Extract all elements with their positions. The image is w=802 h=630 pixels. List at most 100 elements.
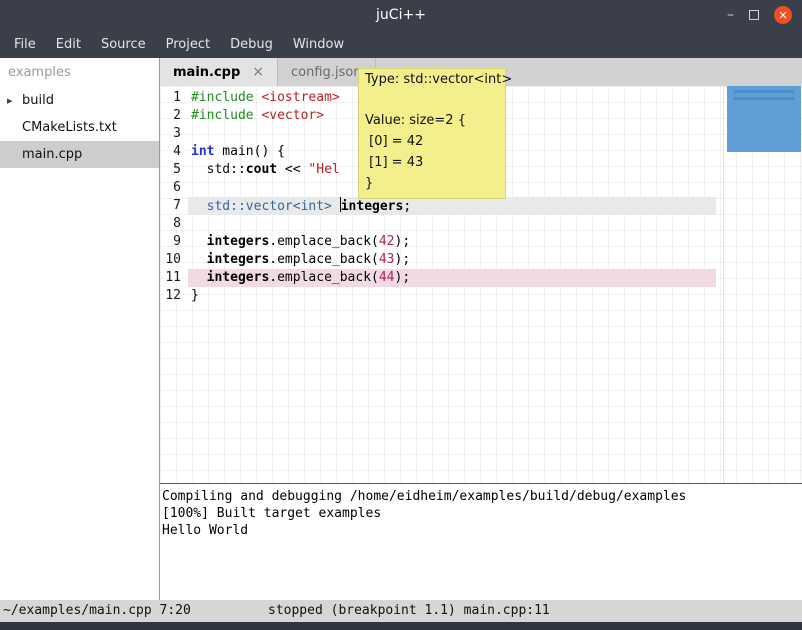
code-segment: integers xyxy=(207,252,270,267)
menu-item-edit[interactable]: Edit xyxy=(46,37,91,52)
line-number: 11 xyxy=(160,269,188,287)
code-segment xyxy=(191,162,207,177)
code-segment: 44 xyxy=(379,270,395,285)
line-number: 3 xyxy=(160,125,188,143)
code-segment: .emplace_back( xyxy=(269,234,379,249)
line-number: 5 xyxy=(160,161,188,179)
window-title: juCi++ xyxy=(376,7,426,23)
tooltip-type-line: Type: std::vector<int> xyxy=(365,72,499,92)
editor-line: 7 std::vector<int> integers; xyxy=(160,197,802,215)
menu-item-project[interactable]: Project xyxy=(156,37,220,52)
editor-line: 9 integers.emplace_back(42); xyxy=(160,233,802,251)
code-segment: ); xyxy=(395,270,411,285)
window-controls: – × xyxy=(727,0,792,30)
code-segment: integers xyxy=(341,199,404,214)
code-segment: std::vector<int> xyxy=(207,199,332,214)
tooltip-value-line: } xyxy=(365,173,499,194)
maximize-button[interactable] xyxy=(749,10,759,20)
terminal-line: Hello World xyxy=(162,522,802,539)
code-segment xyxy=(332,199,340,214)
tab-main-cpp[interactable]: main.cpp × xyxy=(160,58,278,86)
line-number: 10 xyxy=(160,251,188,269)
code-segment: "Hel xyxy=(308,162,339,177)
sidebar-item-build[interactable]: ▸ build xyxy=(0,87,159,114)
code-line[interactable]: std::vector<int> integers; xyxy=(188,197,716,215)
line-number: 4 xyxy=(160,143,188,161)
menu-item-window[interactable]: Window xyxy=(283,37,354,52)
close-button[interactable]: × xyxy=(774,6,792,24)
tooltip-value-line: [1] = 43 xyxy=(365,152,499,173)
right-margin-line xyxy=(723,86,724,483)
code-segment: std xyxy=(207,162,230,177)
editor-line: 11 integers.emplace_back(44); xyxy=(160,269,802,287)
terminal-line: [100%] Built target examples xyxy=(162,505,802,522)
line-number: 9 xyxy=(160,233,188,251)
tree-item-label: build xyxy=(22,93,54,108)
code-segment: int xyxy=(191,144,214,159)
code-segment: #include xyxy=(191,90,254,105)
code-segment: <vector> xyxy=(261,108,324,123)
code-segment: 42 xyxy=(379,234,395,249)
sidebar-item-main-cpp[interactable]: main.cpp xyxy=(0,141,159,168)
code-segment: << xyxy=(277,162,308,177)
code-line[interactable]: integers.emplace_back(44); xyxy=(188,269,716,287)
tooltip-value-line: Value: size=2 { xyxy=(365,110,499,131)
code-line[interactable]: } xyxy=(188,287,716,305)
expander-icon[interactable]: ▸ xyxy=(7,94,13,107)
tooltip-value-line: [0] = 42 xyxy=(365,131,499,152)
build-output-terminal: Compiling and debugging /home/eidheim/ex… xyxy=(160,483,802,600)
code-segment: main() { xyxy=(214,144,284,159)
tab-label: config.json xyxy=(291,65,362,80)
tree-item-label: main.cpp xyxy=(22,147,82,162)
tooltip-gap xyxy=(365,92,499,110)
editor-line: 12} xyxy=(160,287,802,305)
sidebar-item-cmakelists-txt[interactable]: CMakeLists.txt xyxy=(0,114,159,141)
menu-item-debug[interactable]: Debug xyxy=(220,37,283,52)
menu-item-source[interactable]: Source xyxy=(91,37,156,52)
overview-mark xyxy=(734,90,794,93)
code-segment: .emplace_back( xyxy=(269,252,379,267)
code-line[interactable]: integers.emplace_back(42); xyxy=(188,233,716,251)
menu-item-file[interactable]: File xyxy=(4,37,46,52)
code-segment: integers xyxy=(207,234,270,249)
debug-value-tooltip: Type: std::vector<int> Value: size=2 { [… xyxy=(358,68,506,199)
line-number: 2 xyxy=(160,107,188,125)
code-segment: 43 xyxy=(379,252,395,267)
code-segment: } xyxy=(191,288,199,303)
code-line[interactable] xyxy=(188,215,716,233)
editor-line: 8 xyxy=(160,215,802,233)
minimize-button[interactable]: – xyxy=(727,0,734,30)
line-number: 12 xyxy=(160,287,188,305)
code-segment: cout xyxy=(246,162,277,177)
code-segment xyxy=(191,234,207,249)
code-line[interactable]: integers.emplace_back(43); xyxy=(188,251,716,269)
tree-item-label: CMakeLists.txt xyxy=(22,120,117,135)
line-number: 8 xyxy=(160,215,188,233)
titlebar: juCi++ – × xyxy=(0,0,802,30)
tab-label: main.cpp xyxy=(173,65,240,80)
code-segment xyxy=(191,270,207,285)
code-segment: ); xyxy=(395,234,411,249)
file-tree-sidebar: examples ▸buildCMakeLists.txtmain.cpp xyxy=(0,58,160,600)
code-segment: #include xyxy=(191,108,254,123)
line-number: 1 xyxy=(160,89,188,107)
tab-close-icon[interactable]: × xyxy=(252,64,264,80)
code-segment xyxy=(191,199,207,214)
code-segment: <iostream> xyxy=(261,90,339,105)
code-segment: .emplace_back( xyxy=(269,270,379,285)
overview-mark xyxy=(734,97,794,100)
scroll-overview[interactable] xyxy=(727,86,801,152)
line-number: 7 xyxy=(160,197,188,215)
app-window: juCi++ – × FileEditSourceProjectDebugWin… xyxy=(0,0,802,630)
sidebar-items: ▸ build CMakeLists.txt main.cpp xyxy=(0,87,159,168)
code-segment: ); xyxy=(395,252,411,267)
code-segment: ; xyxy=(403,199,411,214)
status-debug-state: stopped (breakpoint 1.1) main.cpp:11 xyxy=(268,603,550,618)
code-segment: :: xyxy=(230,162,246,177)
code-segment: integers xyxy=(207,270,270,285)
editor-line: 10 integers.emplace_back(43); xyxy=(160,251,802,269)
bottom-strip xyxy=(0,622,802,630)
menubar: FileEditSourceProjectDebugWindow xyxy=(0,30,802,58)
line-number: 6 xyxy=(160,179,188,197)
statusbar: ~/examples/main.cpp 7:20 stopped (breakp… xyxy=(0,600,802,622)
